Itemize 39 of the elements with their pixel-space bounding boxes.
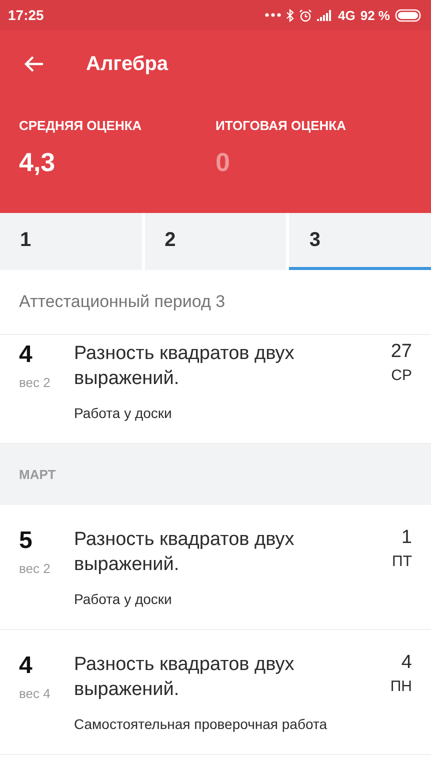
lesson-topic: Разность квадратов двух выражений. bbox=[74, 342, 296, 391]
back-arrow-icon bbox=[24, 56, 44, 72]
month-label: МАРТ bbox=[19, 467, 56, 482]
more-dots-icon bbox=[265, 13, 282, 17]
date-weekday: ПН bbox=[390, 678, 412, 695]
period-tab[interactable]: 1 bbox=[0, 213, 142, 270]
work-type: Самостоятельная проверочная работа bbox=[74, 715, 328, 734]
period-tab[interactable]: 2 bbox=[144, 213, 286, 270]
grade-value: 4 bbox=[19, 341, 34, 369]
date-weekday: СР bbox=[391, 367, 412, 384]
battery-percent: 92 % bbox=[360, 8, 390, 22]
grade-value: 4 bbox=[19, 652, 34, 680]
network-label: 4G bbox=[338, 8, 356, 22]
lesson-topic: Разность квадратов двух выражений. bbox=[74, 528, 296, 577]
summary-value: 4,3 bbox=[19, 147, 56, 178]
grade-weight: вес 2 bbox=[19, 561, 52, 576]
lesson-topic: Разность квадратов двух выражений. bbox=[74, 653, 296, 702]
summary-value: 0 bbox=[216, 147, 231, 178]
period-title: Аттестационный период 3 bbox=[19, 292, 226, 312]
date-day: 27 bbox=[390, 341, 412, 363]
grade-item[interactable]: 5 вес 2 Разность квадратов двух выражений. Работа у доски 1 ПТ bbox=[0, 505, 431, 630]
grade-weight: вес 4 bbox=[19, 686, 52, 701]
date-weekday: ПТ bbox=[392, 553, 412, 570]
signal-icon bbox=[317, 10, 334, 20]
period-tab[interactable]: 3 bbox=[289, 213, 431, 270]
status-time: 17:25 bbox=[8, 7, 44, 23]
battery-icon bbox=[395, 8, 423, 22]
grade-item[interactable]: 4 вес 4 Разность квадратов двух выражений. Самостоятельная проверочная работа 4 ПН bbox=[0, 630, 431, 755]
date-day: 1 bbox=[401, 527, 412, 549]
grade-value: 5 bbox=[19, 527, 34, 555]
work-type: Работа у доски bbox=[74, 404, 173, 423]
date-day: 4 bbox=[401, 652, 412, 674]
grade-weight: вес 2 bbox=[19, 375, 52, 390]
screen-title: Алгебра bbox=[86, 52, 168, 76]
work-type: Работа у доски bbox=[74, 590, 173, 609]
bluetooth-icon bbox=[286, 8, 294, 22]
summary-label: СРЕДНЯЯ ОЦЕНКА bbox=[19, 118, 143, 133]
summary-label: ИТОГОВАЯ ОЦЕНКА bbox=[216, 118, 347, 133]
alarm-clock-icon bbox=[299, 8, 312, 22]
